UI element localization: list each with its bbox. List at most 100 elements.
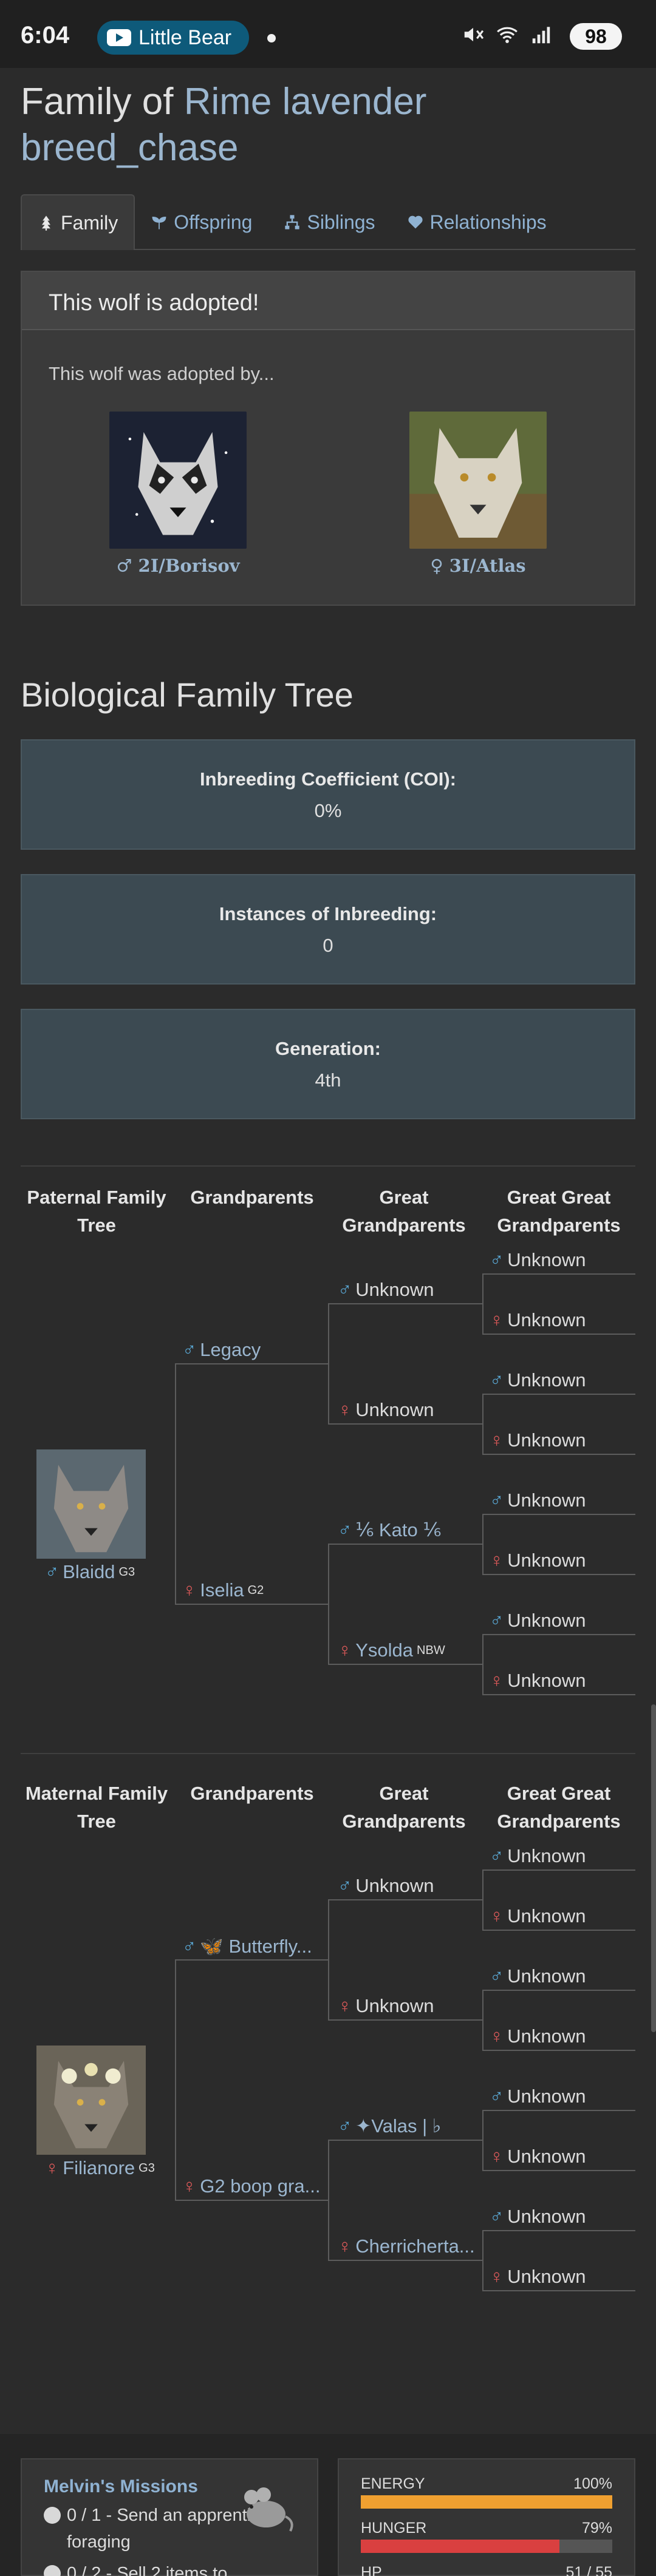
great-grandparents-header: Great Grandparents: [342, 1783, 466, 1832]
media-pill-label: Little Bear: [138, 25, 232, 49]
great-grandparent[interactable]: ♂ Unknown: [338, 1279, 434, 1301]
grandparent[interactable]: ♀ Iselia G2: [182, 1579, 264, 1601]
status-time: 6:04: [21, 22, 70, 49]
great-grandparent-name: Unknown: [355, 1399, 434, 1420]
media-pill[interactable]: Little Bear: [97, 21, 249, 55]
hp-label: HP: [361, 2564, 382, 2576]
great-great-grandparent-name: Unknown: [507, 2086, 586, 2107]
adoption-panel: This wolf is adopted! This wolf was adop…: [21, 271, 635, 606]
hunger-value: 79%: [581, 2520, 612, 2537]
status-icons: [462, 23, 553, 46]
mission-status-icon: [44, 2565, 61, 2576]
grandparent[interactable]: ♀ G2 boop gra...: [182, 2175, 320, 2197]
great-grandparent[interactable]: ♀ Unknown: [338, 1399, 434, 1421]
parent-link[interactable]: ♂ Blaidd G3: [45, 1561, 135, 1583]
great-great-grandparent[interactable]: ♀ Unknown: [490, 2266, 586, 2288]
adopter-borisov[interactable]: ♂ 2I/Borisov: [109, 412, 247, 576]
parent-link[interactable]: ♀ Filianore G3: [45, 2157, 155, 2179]
great-great-grandparent[interactable]: ♀ Unknown: [490, 1309, 586, 1331]
scrollbar[interactable]: [651, 1704, 656, 2032]
great-great-grandparent[interactable]: ♂ Unknown: [490, 1965, 586, 1987]
missions-panel: Melvin's Missions 0 / 1 - Send an appren…: [21, 2458, 318, 2576]
great-great-grandparent[interactable]: ♀ Unknown: [490, 1905, 586, 1927]
tab-siblings[interactable]: Siblings: [268, 194, 391, 250]
great-grandparent[interactable]: ♂ ✦Valas | ♭: [338, 2115, 441, 2137]
grandparent-name: 🦋 Butterfly...: [200, 1936, 312, 1957]
great-grandparent-name: ⅙ Kato ⅙: [355, 1519, 442, 1541]
parent-link-name: Blaidd: [63, 1561, 115, 1582]
grandparent-name: G2 boop gra...: [200, 2175, 321, 2197]
parent-portrait[interactable]: [36, 2046, 146, 2155]
great-great-grandparent[interactable]: ♀ Unknown: [490, 1670, 586, 1692]
great-great-grandparent[interactable]: ♂ Unknown: [490, 1249, 586, 1271]
great-grandparent[interactable]: ♀ Unknown: [338, 1995, 434, 2017]
energy-value: 100%: [573, 2475, 612, 2492]
great-great-grandparent[interactable]: ♂ Unknown: [490, 1490, 586, 1511]
mute-icon: [464, 27, 484, 42]
battery-level: 98: [585, 25, 607, 47]
tree-connector: [482, 2290, 635, 2291]
great-grandparent-name: Unknown: [355, 1875, 434, 1896]
male-icon: ♂: [490, 1965, 504, 1987]
tree-connector: [175, 1363, 329, 1364]
grandparent[interactable]: ♂ 🦋 Butterfly...: [182, 1935, 312, 1957]
great-great-grandparent-name: Unknown: [507, 1550, 586, 1571]
male-icon: ♂: [490, 1369, 504, 1391]
great-great-grandparent-name: Unknown: [507, 2025, 586, 2047]
great-grandparent[interactable]: ♂ Unknown: [338, 1875, 434, 1897]
great-great-grandparent[interactable]: ♂ Unknown: [490, 2086, 586, 2107]
signal-icon: [532, 27, 550, 44]
coi-box: Inbreeding Coefficient (COI): 0%: [21, 739, 635, 850]
male-icon: ♂: [490, 1610, 504, 1631]
male-icon: ♂: [490, 2206, 504, 2227]
energy-label: ENERGY: [361, 2475, 425, 2492]
divider: [21, 1165, 635, 1167]
parent-link-name: Filianore: [63, 2157, 135, 2178]
title-prefix: Family of: [21, 81, 184, 123]
grandparent-name: Legacy: [200, 1339, 261, 1360]
great-grandparent[interactable]: ♀ Cherricherta...: [338, 2235, 475, 2257]
adopter-name[interactable]: ♀ 3I/Atlas: [409, 555, 547, 576]
parent-portrait[interactable]: [36, 1449, 146, 1559]
wolf-name-link-1[interactable]: Rime lavender: [184, 81, 427, 123]
female-icon: ♀: [490, 1550, 504, 1571]
adopter-atlas[interactable]: ♀ 3I/Atlas: [409, 412, 547, 576]
female-icon: ♀: [490, 1905, 504, 1927]
male-icon: ♂: [490, 2086, 504, 2107]
divider: [21, 1753, 635, 1754]
tree-connector: [482, 1454, 635, 1455]
great-great-grandparent[interactable]: ♀ Unknown: [490, 2025, 586, 2047]
great-great-grandparent[interactable]: ♀ Unknown: [490, 1550, 586, 1571]
grandparents-header: Grandparents: [190, 1783, 314, 1804]
tree-connector: [482, 1634, 635, 1635]
great-great-grandparent[interactable]: ♂ Unknown: [490, 1845, 586, 1867]
female-icon: ♀: [338, 1639, 352, 1661]
hp-value: 51 / 55: [565, 2564, 612, 2576]
great-grandparents-header: Great Grandparents: [342, 1187, 466, 1236]
great-grandparent-badge: NBW: [417, 1643, 445, 1657]
great-great-grandparent-name: Unknown: [507, 1670, 586, 1691]
great-great-grandparent[interactable]: ♂ Unknown: [490, 1369, 586, 1391]
energy-fill: [361, 2495, 612, 2509]
tab-relationships[interactable]: Relationships: [391, 194, 562, 250]
tab-family[interactable]: Family: [21, 194, 135, 250]
great-grandparent[interactable]: ♀ Ysolda NBW: [338, 1639, 445, 1661]
paternal-family-tree: Paternal Family Tree Grandparents Great …: [0, 1184, 656, 1742]
adopter-name[interactable]: ♂ 2I/Borisov: [109, 555, 247, 576]
great-great-grandparent[interactable]: ♀ Unknown: [490, 2146, 586, 2168]
great-grandparent[interactable]: ♂ ⅙ Kato ⅙: [338, 1519, 441, 1541]
grandparents-header: Grandparents: [190, 1187, 314, 1208]
bottom-widgets: Melvin's Missions 0 / 1 - Send an appren…: [0, 2434, 656, 2576]
grandparent[interactable]: ♂ Legacy: [182, 1339, 261, 1361]
female-icon: ♀: [338, 2235, 352, 2257]
great-great-grandparent[interactable]: ♂ Unknown: [490, 2206, 586, 2228]
sprout-icon: [152, 216, 166, 229]
tab-offspring[interactable]: Offspring: [135, 194, 268, 250]
tab-relationships-label: Relationships: [429, 211, 547, 233]
grandparent-badge: G2: [247, 1583, 264, 1597]
wolf-name-link-2[interactable]: breed_chase: [21, 127, 239, 169]
tree-connector: [482, 1334, 635, 1335]
male-icon: ♂: [490, 1845, 504, 1866]
great-great-grandparent[interactable]: ♀ Unknown: [490, 1429, 586, 1451]
great-great-grandparent[interactable]: ♂ Unknown: [490, 1610, 586, 1632]
